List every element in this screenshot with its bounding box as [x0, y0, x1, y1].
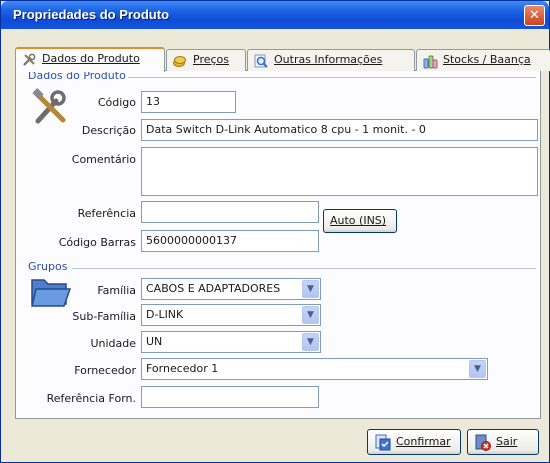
referencia-label: Referência: [77, 207, 136, 220]
tab-dados-produto[interactable]: Dados do Produto: [15, 47, 165, 72]
codigo-barras-label: Código Barras: [58, 236, 136, 249]
window-title: Propriedades do Produto: [13, 7, 170, 22]
chevron-down-icon[interactable]: ▼: [302, 306, 319, 324]
close-icon: ✕: [529, 8, 540, 23]
tab-panel-dados-produto: Dados do Produto Código 13 Descrição Dat…: [15, 69, 541, 419]
tab-outras-informacoes[interactable]: Outras Informações: [247, 49, 415, 71]
descricao-label: Descrição: [81, 124, 136, 137]
tab-stocks-balanca[interactable]: Stocks / Baança: [416, 49, 550, 71]
comentario-label: Comentário: [71, 153, 136, 166]
confirmar-label: Confirmar: [396, 435, 451, 448]
confirm-doc-icon: [375, 434, 391, 451]
familia-label: Família: [97, 284, 136, 297]
exit-door-icon: [475, 434, 491, 451]
unidade-value: UN: [146, 335, 163, 348]
tab-label: Dados do Produto: [42, 52, 140, 65]
sair-label: Sair: [496, 435, 518, 448]
close-button[interactable]: ✕: [524, 5, 545, 26]
tab-precos[interactable]: Preços: [166, 49, 246, 71]
product-properties-window: Propriedades do Produto ✕ Dados do Produ…: [0, 0, 550, 463]
unidade-label: Unidade: [90, 337, 136, 350]
tools-icon: [23, 53, 36, 66]
coins-icon: [173, 56, 186, 67]
chevron-down-icon[interactable]: ▼: [302, 333, 319, 351]
referencia-forn-field[interactable]: [141, 386, 319, 408]
fornecedor-select[interactable]: Fornecedor 1 ▼: [141, 358, 488, 380]
subfamilia-label: Sub-Família: [72, 310, 136, 323]
magnifier-icon: [254, 54, 268, 68]
chevron-down-icon[interactable]: ▼: [302, 280, 319, 298]
familia-select[interactable]: CABOS E ADAPTADORES ▼: [141, 278, 321, 300]
bottles-icon: [423, 55, 438, 69]
sair-button[interactable]: Sair: [467, 429, 539, 455]
familia-value: CABOS E ADAPTADORES: [146, 282, 281, 295]
tab-strip: Dados do Produto Preços Outras Informaçõ…: [15, 47, 550, 72]
codigo-barras-field[interactable]: 5600000000137: [141, 230, 319, 252]
fornecedor-value: Fornecedor 1: [146, 362, 219, 375]
codigo-field[interactable]: 13: [141, 91, 236, 113]
auto-ins-button[interactable]: Auto (INS): [323, 209, 397, 233]
subfamilia-value: D-LINK: [146, 308, 184, 321]
group-divider: [72, 268, 536, 269]
tab-label: Preços: [193, 53, 229, 66]
descricao-field[interactable]: Data Switch D-Link Automatico 8 cpu - 1 …: [141, 119, 538, 141]
group-label-grupos: Grupos: [28, 260, 68, 273]
unidade-select[interactable]: UN ▼: [141, 331, 321, 353]
confirmar-button[interactable]: Confirmar: [367, 429, 461, 455]
title-bar[interactable]: Propriedades do Produto ✕: [1, 1, 549, 29]
group-divider: [128, 77, 536, 78]
tab-label: Outras Informações: [274, 53, 383, 66]
referencia-forn-label: Referência Forn.: [46, 392, 136, 405]
comentario-textarea[interactable]: [141, 147, 538, 196]
codigo-label: Código: [97, 96, 136, 109]
fornecedor-label: Fornecedor: [74, 364, 136, 377]
subfamilia-select[interactable]: D-LINK ▼: [141, 304, 321, 326]
tab-label: Stocks / Baança: [443, 53, 531, 66]
auto-ins-label: Auto (INS): [330, 214, 387, 227]
referencia-field[interactable]: [141, 201, 319, 223]
chevron-down-icon[interactable]: ▼: [469, 360, 486, 378]
